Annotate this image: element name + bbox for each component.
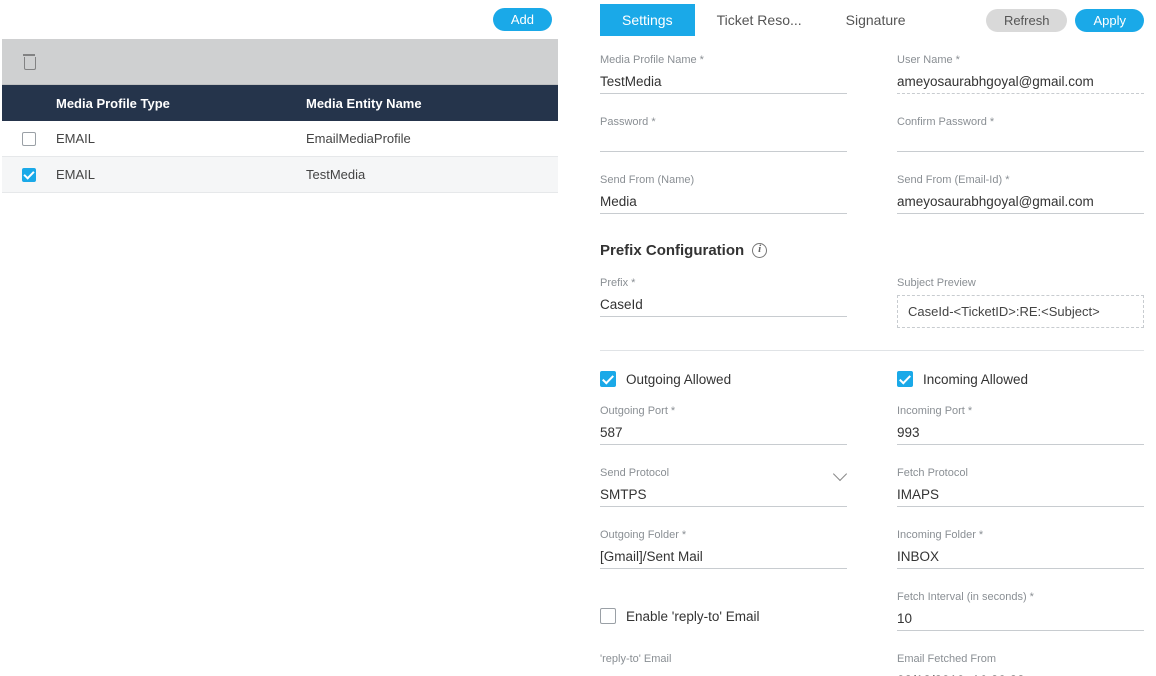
field-outgoing-allowed: Outgoing Allowed	[600, 371, 847, 387]
field-confirm-password: Confirm Password *	[897, 116, 1144, 152]
field-fetch-protocol: Fetch Protocol IMAPS	[897, 467, 1144, 507]
field-email-fetched-from: Email Fetched From 03/12/2019, 16:30:33	[897, 653, 1144, 676]
field-subject-preview: Subject Preview CaseId-<TicketID>:RE:<Su…	[897, 277, 1144, 328]
field-send-from-name: Send From (Name) Media	[600, 174, 847, 214]
divider	[600, 350, 1144, 351]
label-enable-reply-to: Enable 'reply-to' Email	[626, 609, 759, 624]
row-checkbox[interactable]	[22, 132, 36, 146]
table-row[interactable]: EMAIL TestMedia	[2, 157, 558, 193]
field-outgoing-port: Outgoing Port * 587	[600, 405, 847, 445]
row-type: EMAIL	[56, 167, 306, 182]
top-actions: Refresh Apply	[986, 9, 1144, 32]
table-header: Media Profile Type Media Entity Name	[2, 85, 558, 121]
label-send-from-name: Send From (Name)	[600, 174, 847, 186]
field-outgoing-folder: Outgoing Folder * [Gmail]/Sent Mail	[600, 529, 847, 569]
info-icon[interactable]	[752, 243, 767, 258]
checkbox-outgoing-allowed[interactable]	[600, 371, 616, 387]
delete-icon[interactable]	[22, 54, 36, 70]
checkbox-enable-reply-to[interactable]	[600, 608, 616, 624]
row-name: TestMedia	[306, 167, 558, 182]
label-reply-to-email: 'reply-to' Email	[600, 653, 847, 665]
table-row[interactable]: EMAIL EmailMediaProfile	[2, 121, 558, 157]
label-password: Password *	[600, 116, 847, 128]
input-fetch-interval[interactable]: 10	[897, 609, 1144, 631]
right-panel: Settings Ticket Reso... Signature Refres…	[560, 4, 1156, 676]
field-prefix: Prefix * CaseId	[600, 277, 847, 328]
tab-settings[interactable]: Settings	[600, 4, 695, 36]
row-type: EMAIL	[56, 131, 306, 146]
row-checkbox-cell	[2, 168, 56, 182]
input-outgoing-folder[interactable]: [Gmail]/Sent Mail	[600, 547, 847, 569]
input-send-from-email[interactable]: ameyosaurabhgoyal@gmail.com	[897, 192, 1144, 214]
header-type: Media Profile Type	[56, 96, 306, 111]
input-outgoing-port[interactable]: 587	[600, 423, 847, 445]
label-confirm-password: Confirm Password *	[897, 116, 1144, 128]
tabs: Settings Ticket Reso... Signature	[600, 4, 928, 36]
apply-button[interactable]: Apply	[1075, 9, 1144, 32]
input-reply-to-email	[600, 671, 847, 676]
bulk-action-bar	[2, 39, 558, 85]
refresh-button[interactable]: Refresh	[986, 9, 1068, 32]
field-password: Password *	[600, 116, 847, 152]
row-checkbox[interactable]	[22, 168, 36, 182]
label-fetch-interval: Fetch Interval (in seconds) *	[897, 591, 1144, 603]
field-user-name: User Name * ameyosaurabhgoyal@gmail.com	[897, 54, 1144, 94]
right-top-bar: Settings Ticket Reso... Signature Refres…	[600, 4, 1144, 36]
settings-form: Media Profile Name * TestMedia User Name…	[600, 54, 1144, 676]
field-reply-to-email: 'reply-to' Email	[600, 653, 847, 676]
field-send-from-email: Send From (Email-Id) * ameyosaurabhgoyal…	[897, 174, 1144, 214]
checkbox-incoming-allowed[interactable]	[897, 371, 913, 387]
tab-ticket-reso[interactable]: Ticket Reso...	[695, 4, 824, 36]
input-incoming-port[interactable]: 993	[897, 423, 1144, 445]
input-fetch-protocol[interactable]: IMAPS	[897, 485, 1144, 507]
row-name: EmailMediaProfile	[306, 131, 558, 146]
input-email-fetched-from[interactable]: 03/12/2019, 16:30:33	[897, 671, 1144, 676]
input-media-profile-name[interactable]: TestMedia	[600, 72, 847, 94]
field-incoming-allowed: Incoming Allowed	[897, 371, 1144, 387]
input-incoming-folder[interactable]: INBOX	[897, 547, 1144, 569]
label-outgoing-port: Outgoing Port *	[600, 405, 847, 417]
field-media-profile-name: Media Profile Name * TestMedia	[600, 54, 847, 94]
select-send-protocol[interactable]: SMTPS	[600, 485, 847, 507]
label-email-fetched-from: Email Fetched From	[897, 653, 1144, 665]
header-name: Media Entity Name	[306, 96, 558, 111]
label-user-name: User Name *	[897, 54, 1144, 66]
label-fetch-protocol: Fetch Protocol	[897, 467, 1144, 479]
subject-preview-box: CaseId-<TicketID>:RE:<Subject>	[897, 295, 1144, 328]
field-incoming-port: Incoming Port * 993	[897, 405, 1144, 445]
input-prefix[interactable]: CaseId	[600, 295, 847, 317]
label-send-protocol: Send Protocol	[600, 467, 847, 479]
input-user-name[interactable]: ameyosaurabhgoyal@gmail.com	[897, 72, 1144, 94]
label-prefix: Prefix *	[600, 277, 847, 289]
field-incoming-folder: Incoming Folder * INBOX	[897, 529, 1144, 569]
left-panel: Add Media Profile Type Media Entity Name…	[0, 4, 560, 676]
field-send-protocol: Send Protocol SMTPS	[600, 467, 847, 507]
label-send-from-email: Send From (Email-Id) *	[897, 174, 1144, 186]
left-toolbar: Add	[2, 4, 558, 39]
add-button[interactable]: Add	[493, 8, 552, 31]
row-checkbox-cell	[2, 132, 56, 146]
label-media-profile-name: Media Profile Name *	[600, 54, 847, 66]
input-password[interactable]	[600, 134, 847, 152]
input-confirm-password[interactable]	[897, 134, 1144, 152]
label-incoming-port: Incoming Port *	[897, 405, 1144, 417]
field-enable-reply-to: Enable 'reply-to' Email	[600, 597, 847, 635]
tab-signature[interactable]: Signature	[824, 4, 928, 36]
prefix-config-heading: Prefix Configuration	[600, 242, 1144, 259]
label-subject-preview: Subject Preview	[897, 277, 1144, 289]
prefix-config-title: Prefix Configuration	[600, 242, 744, 259]
label-incoming-allowed: Incoming Allowed	[923, 372, 1028, 387]
label-outgoing-allowed: Outgoing Allowed	[626, 372, 731, 387]
label-incoming-folder: Incoming Folder *	[897, 529, 1144, 541]
input-send-from-name[interactable]: Media	[600, 192, 847, 214]
label-outgoing-folder: Outgoing Folder *	[600, 529, 847, 541]
field-fetch-interval: Fetch Interval (in seconds) * 10	[897, 591, 1144, 631]
